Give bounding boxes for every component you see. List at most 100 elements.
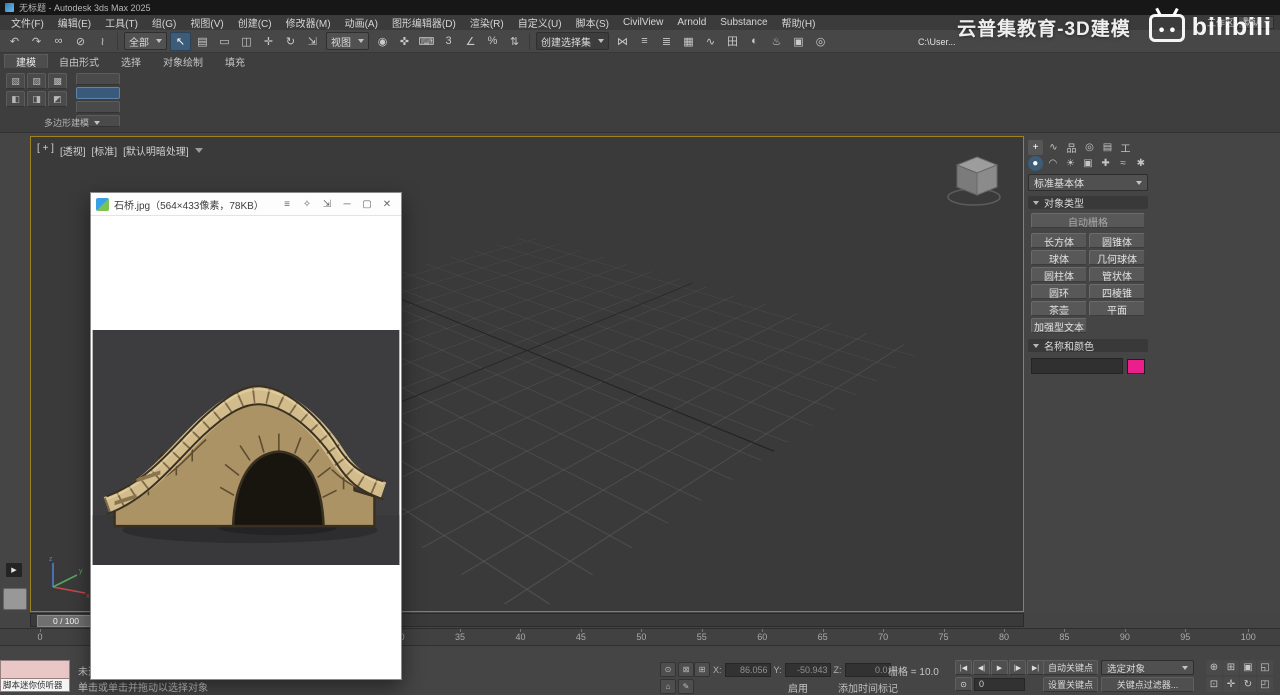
viewer-fullscreen-icon[interactable]: ⇲ bbox=[318, 196, 336, 212]
object-type-button[interactable]: 平面 bbox=[1089, 301, 1145, 316]
angle-snap-icon[interactable]: ∠ bbox=[460, 32, 481, 51]
rectangular-selection-region-icon[interactable]: ▭ bbox=[214, 32, 235, 51]
menu-item[interactable]: 工具(T) bbox=[98, 15, 145, 30]
primitive-type-dropdown[interactable]: 标准基本体 bbox=[1028, 174, 1148, 191]
menu-item[interactable]: Substance bbox=[713, 15, 774, 30]
set-key-button[interactable]: 设置关键点 bbox=[1043, 677, 1098, 692]
select-and-manipulate-icon[interactable]: ✜ bbox=[394, 32, 415, 51]
object-type-button[interactable]: 球体 bbox=[1031, 250, 1087, 265]
autogrid-button[interactable]: 自动栅格 bbox=[1031, 213, 1145, 228]
selection-lock-icon[interactable]: ⊠ bbox=[678, 662, 694, 677]
mirror-icon[interactable]: ⋈ bbox=[612, 32, 633, 51]
menu-item[interactable]: 文件(F) bbox=[4, 15, 51, 30]
bind-to-space-warp-icon[interactable]: ≀ bbox=[92, 32, 113, 51]
ribbon-tab[interactable]: 自由形式 bbox=[48, 54, 110, 68]
spinner-snap-icon[interactable]: ⇅ bbox=[504, 32, 525, 51]
image-viewer-titlebar[interactable]: 石桥.jpg（564×433像素，78KB） ≡✧⇲─▢✕ bbox=[91, 193, 401, 216]
menu-item[interactable]: 自定义(U) bbox=[511, 15, 569, 30]
key-set-dropdown[interactable]: 选定对象 bbox=[1101, 660, 1194, 675]
category-geometry[interactable]: ● bbox=[1028, 156, 1043, 171]
select-and-scale-icon[interactable]: ⇲ bbox=[302, 32, 323, 51]
isolate-selection-icon[interactable]: ⊙ bbox=[660, 662, 676, 677]
window-crossing-icon[interactable]: ◫ bbox=[236, 32, 257, 51]
object-type-button[interactable]: 四棱锥 bbox=[1089, 284, 1145, 299]
menu-item[interactable]: 修改器(M) bbox=[279, 15, 338, 30]
object-type-button[interactable]: 圆柱体 bbox=[1031, 267, 1087, 282]
object-type-button[interactable]: 圆锥体 bbox=[1089, 233, 1145, 248]
absolute-mode-icon[interactable]: ⊞ bbox=[694, 662, 710, 677]
menu-item[interactable]: 组(G) bbox=[145, 15, 183, 30]
select-object-icon[interactable]: ↖ bbox=[170, 32, 191, 51]
viewport-label-segment[interactable]: [透视] bbox=[60, 143, 86, 158]
go-to-end-icon[interactable]: ▶| bbox=[1027, 660, 1044, 675]
use-pivot-center-icon[interactable]: ◉ bbox=[372, 32, 393, 51]
material-editor-icon[interactable]: ◐ bbox=[744, 32, 765, 51]
tab-utilities[interactable]: 工 bbox=[1118, 140, 1133, 155]
ribbon-stack-btn-2[interactable] bbox=[76, 87, 120, 99]
ribbon-tab[interactable]: 对象绘制 bbox=[152, 54, 214, 68]
scene-explorer-icon[interactable]: ▦ bbox=[678, 32, 699, 51]
menu-item[interactable]: Arnold bbox=[670, 15, 713, 30]
viewport-label-segment[interactable]: [标准] bbox=[92, 143, 118, 158]
viewport-layout-thumbnail[interactable] bbox=[3, 588, 27, 610]
snaps-toggle-3d-icon[interactable]: 3 bbox=[438, 32, 459, 51]
tab-display[interactable]: ▤ bbox=[1100, 140, 1115, 155]
go-to-start-icon[interactable]: |◀ bbox=[955, 660, 972, 675]
layer-manager-icon[interactable]: ≣ bbox=[656, 32, 677, 51]
key-mode-toggle-icon[interactable]: ⊙ bbox=[955, 677, 972, 691]
viewport-layout-expand-icon[interactable]: ▶ bbox=[6, 563, 22, 577]
menu-item[interactable]: 脚本(S) bbox=[569, 15, 616, 30]
unlink-selection-icon[interactable]: ⊘ bbox=[70, 32, 91, 51]
viewer-pin-icon[interactable]: ✧ bbox=[298, 196, 316, 212]
menu-item[interactable]: 动画(A) bbox=[338, 15, 385, 30]
viewer-close-icon[interactable]: ✕ bbox=[378, 196, 396, 212]
percent-snap-icon[interactable]: % bbox=[482, 32, 503, 51]
add-time-tag[interactable]: 添加时间标记 bbox=[838, 680, 898, 695]
named-selection-set-field[interactable]: 创建选择集 bbox=[536, 32, 609, 50]
object-type-button[interactable]: 茶壶 bbox=[1031, 301, 1087, 316]
zoom-extents-icon[interactable]: ▣ bbox=[1240, 660, 1256, 675]
window-titlebar[interactable]: 无标题 - Autodesk 3ds Max 2025 bbox=[0, 0, 1280, 15]
play-icon[interactable]: ▶ bbox=[991, 660, 1008, 675]
current-frame-field[interactable]: 0 bbox=[974, 678, 1025, 691]
orbit-icon[interactable]: ↻ bbox=[1240, 677, 1256, 692]
ribbon-tab[interactable]: 建模 bbox=[4, 54, 48, 68]
redo-icon[interactable]: ↷ bbox=[26, 32, 47, 51]
menu-item[interactable]: 图形编辑器(D) bbox=[385, 15, 463, 30]
ribbon-stack-btn-1[interactable] bbox=[76, 73, 120, 85]
object-type-button[interactable]: 几何球体 bbox=[1089, 250, 1145, 265]
pan-icon[interactable]: ✛ bbox=[1223, 677, 1239, 692]
menu-item[interactable]: 渲染(R) bbox=[463, 15, 511, 30]
zoom-extents-all-icon[interactable]: ◱ bbox=[1257, 660, 1273, 675]
object-type-button[interactable]: 长方体 bbox=[1031, 233, 1087, 248]
zoom-icon[interactable]: ⊕ bbox=[1206, 660, 1222, 675]
ribbon-stack-btn-3[interactable] bbox=[76, 101, 120, 113]
enable-toggle-label[interactable]: 启用 bbox=[788, 680, 808, 695]
zoom-region-icon[interactable]: ⊡ bbox=[1206, 677, 1222, 692]
select-and-rotate-icon[interactable]: ↻ bbox=[280, 32, 301, 51]
category-space-warps[interactable]: ≈ bbox=[1116, 156, 1131, 171]
ribbon-poly-icon-3[interactable]: ▩ bbox=[48, 73, 67, 89]
key-filters-button[interactable]: 关键点过滤器... bbox=[1101, 677, 1194, 692]
ribbon-poly-icon-6[interactable]: ◩ bbox=[48, 91, 67, 107]
schematic-view-icon[interactable]: 田 bbox=[722, 32, 743, 51]
previous-frame-icon[interactable]: ◀| bbox=[973, 660, 990, 675]
tab-create[interactable]: + bbox=[1028, 140, 1043, 155]
rollout-name-color[interactable]: 名称和颜色 bbox=[1028, 339, 1148, 352]
category-helpers[interactable]: ✚ bbox=[1098, 156, 1113, 171]
ribbon-poly-icon-1[interactable]: ▧ bbox=[6, 73, 25, 89]
viewport-label-segment[interactable]: [ + ] bbox=[37, 143, 54, 158]
zoom-all-icon[interactable]: ⊞ bbox=[1223, 660, 1239, 675]
align-icon[interactable]: ≡ bbox=[634, 32, 655, 51]
category-lights[interactable]: ☀ bbox=[1063, 156, 1078, 171]
menu-item[interactable]: 编辑(E) bbox=[51, 15, 98, 30]
menu-item[interactable]: CivilView bbox=[616, 15, 670, 30]
time-slider-handle[interactable]: 0 / 100 bbox=[37, 615, 95, 627]
tab-motion[interactable]: ◎ bbox=[1082, 140, 1097, 155]
menu-item[interactable]: 创建(C) bbox=[231, 15, 279, 30]
viewer-menu-icon[interactable]: ≡ bbox=[278, 196, 296, 212]
tab-modify[interactable]: ∿ bbox=[1046, 140, 1061, 155]
object-color-swatch[interactable] bbox=[1127, 359, 1145, 374]
object-type-button[interactable]: 加强型文本 bbox=[1031, 318, 1087, 333]
render-production-icon[interactable]: ◎ bbox=[810, 32, 831, 51]
